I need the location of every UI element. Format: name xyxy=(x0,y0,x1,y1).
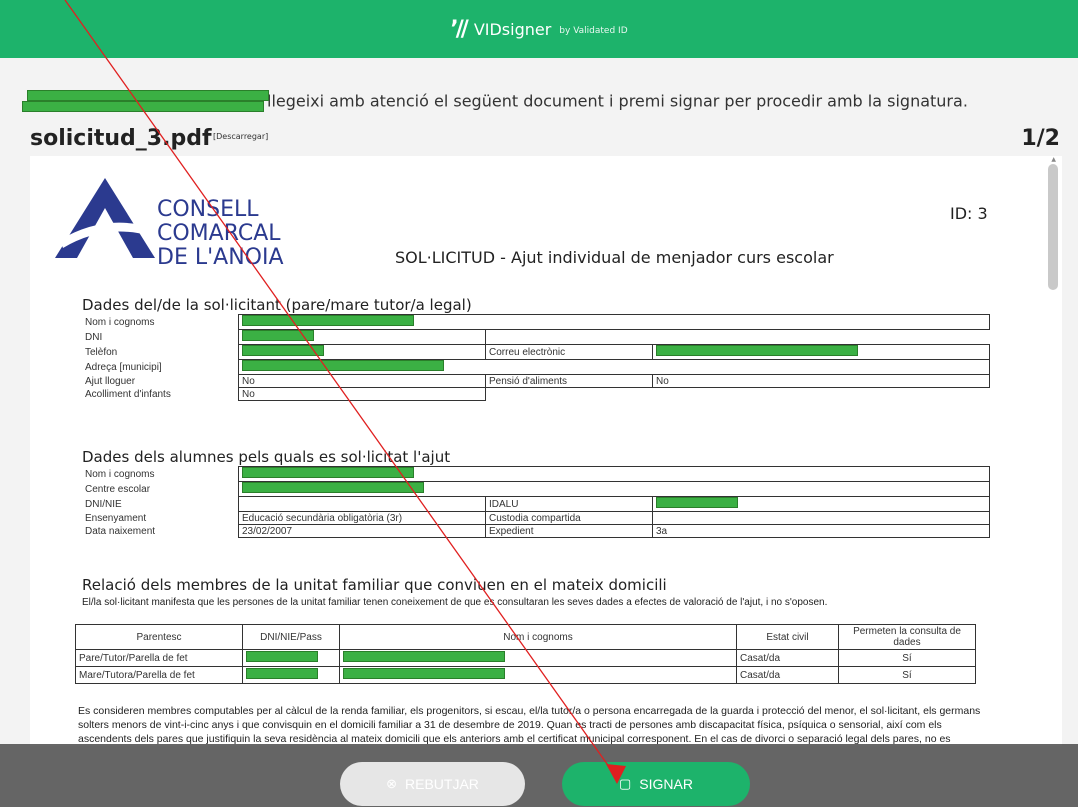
reject-label: REBUTJAR xyxy=(405,776,479,792)
document-title: SOL·LICITUD - Ajut individual de menjado… xyxy=(395,248,834,267)
redaction-bar xyxy=(242,330,314,341)
redaction-bar xyxy=(242,360,444,371)
col-civil: Estat civil xyxy=(736,624,839,650)
redacted-name xyxy=(22,90,269,114)
reject-icon: ⊗ xyxy=(386,776,397,791)
col-consent: Permeten la consulta de dades xyxy=(838,624,976,650)
redaction-bar xyxy=(656,345,858,356)
applicant-table: Nom i cognoms DNI Telèfon Correu electròn… xyxy=(82,314,990,401)
app-header: ’// VIDsigner by Validated ID xyxy=(0,0,1078,58)
document-id: ID: 3 xyxy=(950,204,988,223)
instruction-line: llegeixi amb atenció el següent document… xyxy=(22,90,1062,114)
label-teaching: Ensenyament xyxy=(85,512,147,524)
family-table: Parentesc DNI/NIE/Pass Nom i cognoms Est… xyxy=(75,624,976,684)
value-rent: No xyxy=(238,374,486,388)
label-name: Nom i cognoms xyxy=(85,316,155,328)
redaction-bar xyxy=(656,497,738,508)
redaction-bar xyxy=(242,482,424,493)
brand-name: VIDsigner xyxy=(473,19,552,39)
logo-line: DE L'ANOIA xyxy=(157,245,284,270)
civil-cell: Casat/da xyxy=(736,649,839,667)
label-idalu: IDALU xyxy=(485,496,653,512)
logo-line: CONSELL xyxy=(157,197,259,222)
action-footer xyxy=(0,744,1078,807)
label-custody: Custodia compartida xyxy=(485,511,653,525)
value-alimony: No xyxy=(652,374,990,388)
redaction-bar xyxy=(242,345,324,356)
label-school: Centre escolar xyxy=(85,483,151,495)
sign-label: SIGNAR xyxy=(639,776,693,792)
col-name: Nom i cognoms xyxy=(339,624,737,650)
label-address: Adreça [municipi] xyxy=(85,361,162,373)
reject-button[interactable]: ⊗ REBUTJAR xyxy=(340,762,525,806)
label-email: Correu electrònic xyxy=(485,344,653,360)
label-foster: Acolliment d'infants xyxy=(85,388,171,400)
label-birth: Data naixement xyxy=(85,525,156,537)
col-relation: Parentesc xyxy=(75,624,243,650)
students-table: Nom i cognoms Centre escolar DNI/NIE IDAL… xyxy=(82,466,990,538)
label-rent: Ajut lloguer xyxy=(85,375,136,387)
redaction-bar xyxy=(343,651,505,662)
download-link[interactable]: [Descarregar] xyxy=(213,132,268,141)
document-sign-icon: ▢ xyxy=(619,776,632,791)
consent-cell: Sí xyxy=(838,649,976,667)
label-phone: Telèfon xyxy=(85,346,118,358)
value-file: 3a xyxy=(652,524,990,538)
page-indicator: 1/2 xyxy=(1021,126,1060,151)
table-row: Mare/Tutora/Parella de fet Casat/da Sí xyxy=(75,666,976,684)
section-family-title: Relació dels membres de la unitat famili… xyxy=(82,576,667,594)
relation-cell: Pare/Tutor/Parella de fet xyxy=(75,649,243,667)
pdf-viewer[interactable]: ▲ CONSELL COMARCAL DE L'ANOIA ID: 3 SOL·… xyxy=(30,156,1062,746)
brand: ’// VIDsigner by Validated ID xyxy=(450,17,627,42)
document-bar: solicitud_3.pdf [Descarregar] 1/2 xyxy=(30,122,1060,156)
relation-cell: Mare/Tutora/Parella de fet xyxy=(75,666,243,684)
logo-text: CONSELL COMARCAL DE L'ANOIA xyxy=(157,198,284,270)
section-applicant-title: Dades del/de la sol·licitant (pare/mare … xyxy=(82,296,472,314)
label-student-name: Nom i cognoms xyxy=(85,468,155,480)
redaction-bar xyxy=(242,315,414,326)
redaction-bar xyxy=(246,651,318,662)
family-intro: El/la sol·licitant manifesta que les per… xyxy=(82,597,828,608)
consent-cell: Sí xyxy=(838,666,976,684)
redaction-bar xyxy=(246,668,318,679)
civil-cell: Casat/da xyxy=(736,666,839,684)
consell-logo: CONSELL COMARCAL DE L'ANOIA xyxy=(55,178,295,270)
table-row: Pare/Tutor/Parella de fet Casat/da Sí xyxy=(75,649,976,667)
section-students-title: Dades dels alumnes pels quals es sol·lic… xyxy=(82,448,451,466)
value-foster: No xyxy=(238,387,486,401)
value-birth: 23/02/2007 xyxy=(238,524,486,538)
vidsigner-logo-icon: ’// xyxy=(450,16,469,42)
redaction-bar xyxy=(22,101,264,112)
redaction-bar xyxy=(27,90,269,101)
scroll-up-icon[interactable]: ▲ xyxy=(1051,156,1056,163)
redaction-bar xyxy=(343,668,505,679)
value-teaching: Educació secundària obligatòria (3r) xyxy=(238,511,486,525)
document-file-name: solicitud_3.pdf xyxy=(30,126,212,151)
label-dni: DNI xyxy=(85,331,103,343)
sign-button[interactable]: ▢ SIGNAR xyxy=(562,762,750,806)
scrollbar-thumb[interactable] xyxy=(1048,164,1058,290)
instruction-text: llegeixi amb atenció el següent document… xyxy=(267,91,968,111)
family-note: Es consideren membres computables per al… xyxy=(78,705,981,745)
redaction-bar xyxy=(242,467,414,478)
logo-line: COMARCAL xyxy=(157,221,281,246)
col-dni: DNI/NIE/Pass xyxy=(242,624,340,650)
label-alimony: Pensió d'aliments xyxy=(485,374,653,388)
consell-logo-icon xyxy=(55,178,155,258)
label-student-dni: DNI/NIE xyxy=(85,498,122,510)
brand-by: by Validated ID xyxy=(559,25,628,36)
label-file: Expedient xyxy=(485,524,653,538)
